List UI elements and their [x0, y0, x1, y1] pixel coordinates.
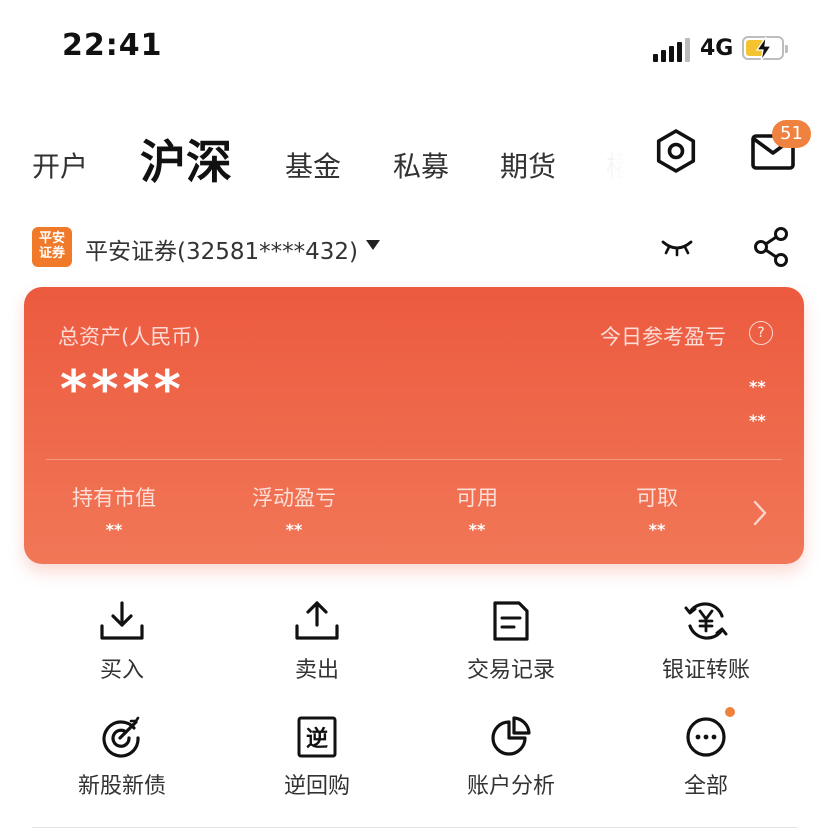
tab-private-fund[interactable]: 私募 [393, 145, 449, 185]
total-assets-label: 总资产(人民币) [58, 325, 201, 349]
share-icon[interactable] [752, 226, 790, 268]
tab-open-account[interactable]: 开户 [32, 145, 88, 185]
action-label: 银证转账 [661, 658, 750, 683]
tab-funds[interactable]: 基金 [285, 145, 341, 185]
more-icon [686, 717, 726, 757]
help-icon[interactable]: ? [749, 321, 773, 345]
stat-available: 可用 ** [456, 486, 498, 539]
section-divider [32, 827, 798, 828]
download-icon [100, 601, 144, 640]
account-selector[interactable]: 平安证券(32581****432) [85, 232, 358, 266]
action-label: 全部 [683, 774, 728, 799]
action-reverse-repo[interactable]: 逆 逆回购 [237, 716, 397, 800]
action-ipo[interactable]: 新股新债 [42, 716, 202, 800]
action-all[interactable]: 全部 [626, 716, 786, 800]
message-count-badge: 51 [772, 120, 811, 148]
action-label: 卖出 [294, 658, 339, 683]
today-pnl-label: 今日参考盈亏 [600, 325, 726, 349]
chevron-right-icon[interactable] [752, 499, 768, 527]
notification-dot [725, 707, 735, 717]
battery-icon [742, 36, 788, 62]
action-bank-transfer[interactable]: 银证转账 [626, 600, 786, 684]
action-buy[interactable]: 买入 [42, 600, 202, 684]
action-label: 新股新债 [77, 774, 166, 799]
network-type: 4G [700, 36, 734, 61]
stat-withdrawable: 可取 ** [636, 486, 678, 539]
document-icon [493, 601, 529, 641]
total-assets-value: **** [60, 360, 185, 420]
asset-summary-card[interactable]: 总资产(人民币) 今日参考盈亏 ? **** ** ** 持有市值 ** 浮动盈… [24, 287, 804, 564]
tab-shanghai-shenzhen[interactable]: 沪深 [140, 126, 232, 192]
status-time: 22:41 [62, 28, 163, 63]
today-pnl-value: ** [749, 377, 766, 396]
upload-icon [295, 601, 339, 640]
action-label: 买入 [99, 658, 144, 683]
eye-closed-icon[interactable] [660, 236, 694, 258]
chevron-down-icon[interactable] [366, 240, 380, 250]
action-label: 交易记录 [466, 658, 555, 683]
stat-market-value: 持有市值 ** [72, 486, 156, 539]
reverse-repo-icon: 逆 [297, 716, 337, 758]
action-label: 账户分析 [466, 774, 555, 799]
stat-floating-pnl: 浮动盈亏 ** [252, 486, 336, 539]
yuan-transfer-icon [684, 602, 728, 640]
broker-logo: 平安 证券 [32, 227, 72, 267]
action-account-analysis[interactable]: 账户分析 [431, 716, 591, 800]
card-divider [46, 459, 782, 460]
target-icon [102, 716, 140, 758]
pie-chart-icon [491, 716, 531, 756]
svg-text:逆: 逆 [306, 726, 328, 752]
tab-futures[interactable]: 期货 [500, 145, 556, 185]
settings-icon[interactable] [652, 127, 700, 175]
action-label: 逆回购 [283, 774, 350, 799]
tab-fade-mask [585, 130, 645, 190]
action-trade-records[interactable]: 交易记录 [431, 600, 591, 684]
action-sell[interactable]: 卖出 [237, 600, 397, 684]
today-pnl-rate: ** [749, 411, 766, 430]
signal-icon [653, 38, 690, 62]
